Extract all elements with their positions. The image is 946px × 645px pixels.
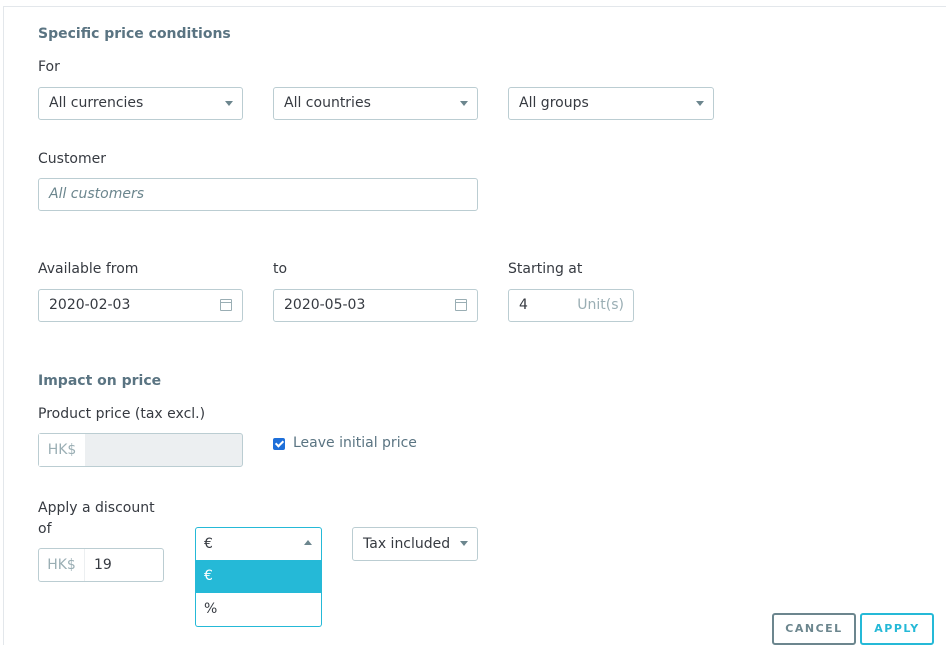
quantity-input[interactable]: 4 Unit(s) [508,289,634,322]
discount-label-line2: of [38,521,52,537]
reduction-option-percent[interactable]: % [196,593,321,626]
to-label: to [273,261,288,277]
from-date-input[interactable]: 2020-02-03 [38,289,243,322]
country-select-value: All countries [284,95,371,111]
cancel-button[interactable]: CANCEL [772,613,856,645]
section-title-impact: Impact on price [38,373,162,389]
currency-prefix: HK$ [39,434,86,466]
currency-select[interactable]: All currencies [38,87,243,120]
reduction-type-select[interactable]: € [195,527,322,561]
discount-input[interactable]: HK$ 19 [38,548,164,582]
discount-value: 19 [94,557,112,573]
chevron-down-icon [225,101,233,106]
discount-prefix: HK$ [39,549,85,581]
chevron-down-icon [460,541,468,546]
reduction-option-currency[interactable]: € [196,560,321,593]
calendar-icon[interactable] [455,299,467,311]
reduction-type-value: € [204,536,213,552]
to-date-input[interactable]: 2020-05-03 [273,289,478,322]
customer-input[interactable]: All customers [38,178,478,211]
to-date-value: 2020-05-03 [284,297,366,313]
starting-at-label: Starting at [508,261,583,277]
unit-suffix: Unit(s) [577,297,624,313]
tax-select[interactable]: Tax included [352,527,478,561]
currency-select-value: All currencies [49,95,144,111]
apply-button[interactable]: APPLY [860,613,934,645]
customer-label: Customer [38,151,107,167]
for-label: For [38,59,60,75]
group-select-value: All groups [519,95,589,111]
group-select[interactable]: All groups [508,87,714,120]
product-price-input: HK$ [38,433,243,467]
leave-initial-price-label[interactable]: Leave initial price [293,435,417,451]
tax-select-value: Tax included [363,536,451,552]
chevron-down-icon [460,101,468,106]
calendar-icon[interactable] [220,299,232,311]
quantity-value: 4 [519,297,528,313]
available-from-label: Available from [38,261,139,277]
customer-placeholder: All customers [49,186,145,202]
leave-initial-price-checkbox[interactable] [273,438,285,450]
country-select[interactable]: All countries [273,87,478,120]
chevron-down-icon [696,101,704,106]
from-date-value: 2020-02-03 [49,297,131,313]
section-title-conditions: Specific price conditions [38,26,231,42]
reduction-type-dropdown: € % [195,560,322,627]
discount-label-line1: Apply a discount [38,500,155,516]
chevron-up-icon [304,540,312,545]
product-price-label: Product price (tax excl.) [38,406,206,422]
